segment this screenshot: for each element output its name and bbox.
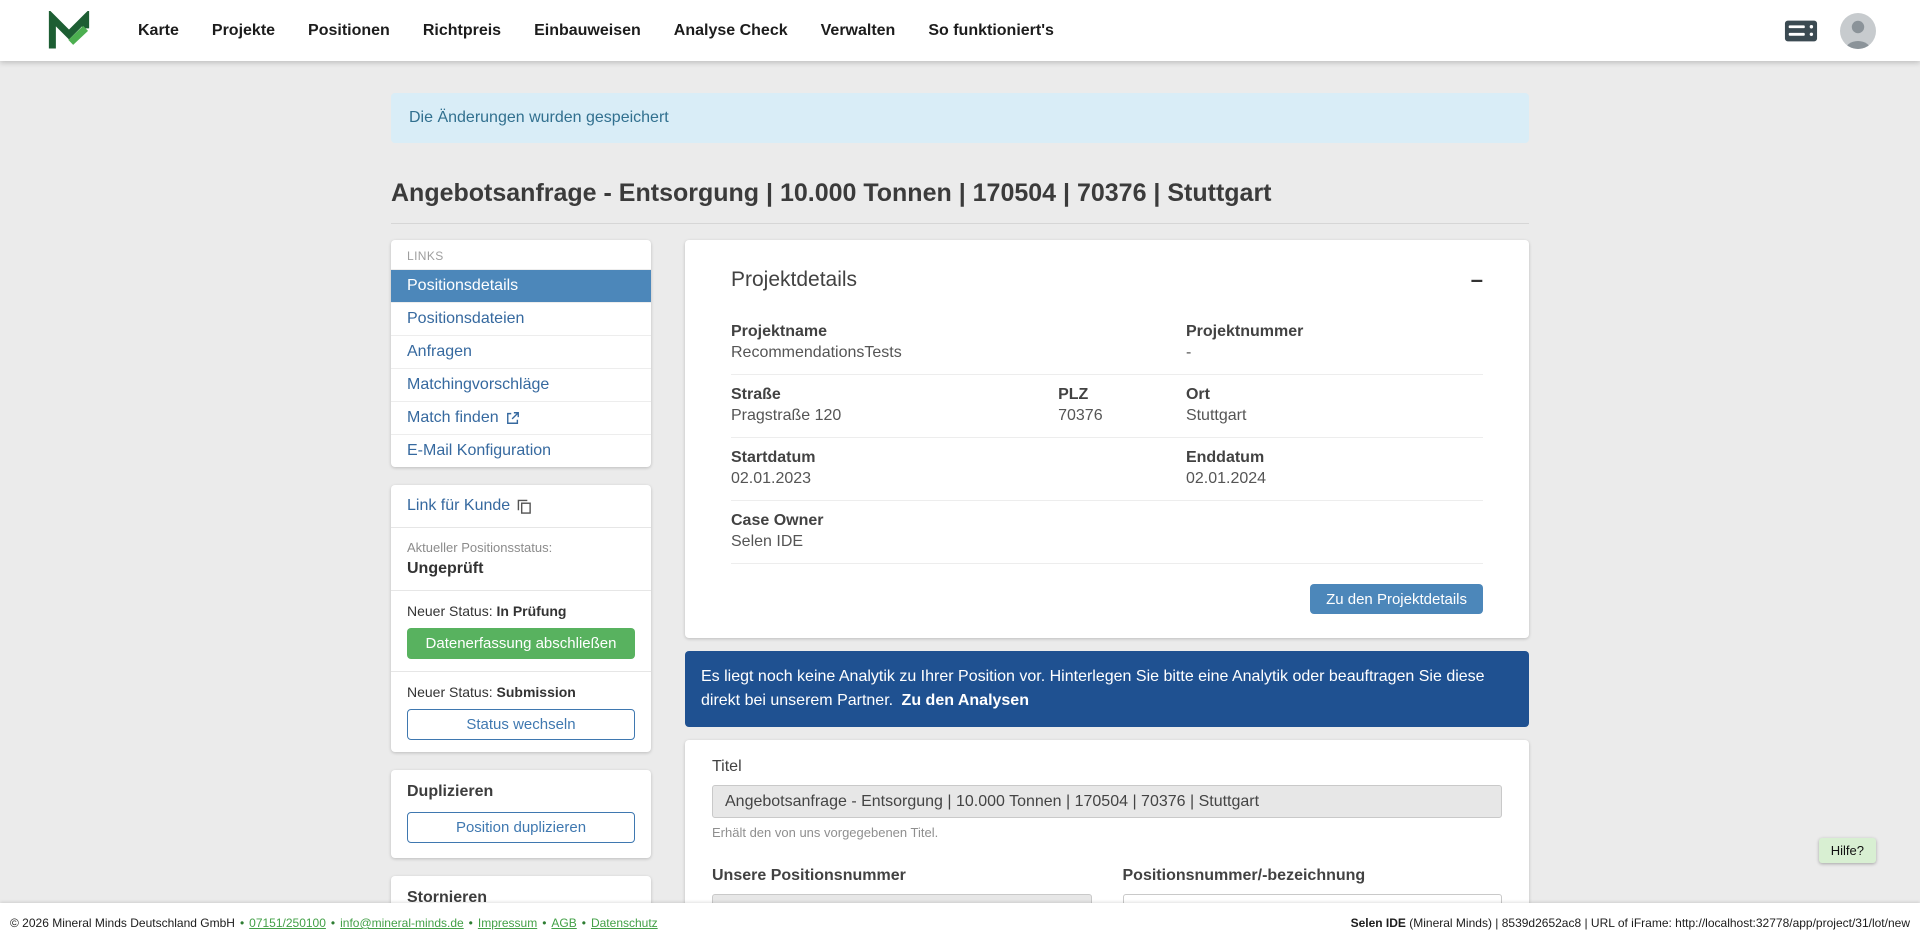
- bullet-separator: [537, 916, 551, 930]
- avatar[interactable]: [1840, 13, 1876, 49]
- project-details-button[interactable]: Zu den Projektdetails: [1310, 584, 1483, 614]
- cancel-card: Stornieren Stornieren: [391, 876, 651, 903]
- footer-links: © 2026 Mineral Minds Deutschland GmbH 07…: [10, 916, 658, 930]
- sidebar-links-card: LINKS Positionsdetails Positionsdateien …: [391, 240, 651, 467]
- sidebar: LINKS Positionsdetails Positionsdateien …: [391, 240, 651, 903]
- main-content: Projektdetails – Projektname Recommendat…: [685, 240, 1529, 903]
- main-nav: Karte Projekte Positionen Richtpreis Ein…: [138, 22, 1054, 40]
- projektnummer-value: -: [1186, 344, 1483, 362]
- strasse-value: Pragstraße 120: [731, 407, 1058, 425]
- duplicate-position-button[interactable]: Position duplizieren: [407, 812, 635, 843]
- email-link[interactable]: info@mineral-minds.de: [340, 916, 464, 930]
- help-button[interactable]: Hilfe?: [1819, 838, 1876, 863]
- bullet-separator: [577, 916, 591, 930]
- our-number-label: Unsere Positionsnummer: [712, 867, 1092, 885]
- cancel-title: Stornieren: [407, 889, 635, 903]
- analytics-banner-text: Es liegt noch keine Analytik zu Ihrer Po…: [701, 668, 1485, 709]
- project-row: Straße Pragstraße 120 PLZ 70376 Ort Stut…: [731, 375, 1483, 438]
- bullet-separator: [464, 916, 478, 930]
- custom-number-label: Positionsnummer/-bezeichnung: [1123, 867, 1503, 885]
- session-details: (Mineral Minds) | 8539d2652ac8 | URL of …: [1406, 916, 1910, 930]
- customer-link-label: Link für Kunde: [407, 497, 510, 515]
- collapse-button[interactable]: –: [1471, 269, 1483, 291]
- sidebar-item-label: Match finden: [407, 409, 499, 427]
- projektnummer-label: Projektnummer: [1186, 323, 1483, 341]
- our-number-input: [712, 894, 1092, 903]
- analytics-link[interactable]: Zu den Analysen: [902, 692, 1029, 709]
- projektname-value: RecommendationsTests: [731, 344, 1186, 362]
- sidebar-item-positionsdetails[interactable]: Positionsdetails: [391, 269, 651, 302]
- sidebar-links-header: LINKS: [391, 240, 651, 269]
- plz-label: PLZ: [1058, 386, 1186, 404]
- sidebar-item-matchingvorschlaege[interactable]: Matchingvorschläge: [391, 368, 651, 401]
- case-owner-label: Case Owner: [731, 512, 1483, 530]
- ort-label: Ort: [1186, 386, 1483, 404]
- datenschutz-link[interactable]: Datenschutz: [591, 916, 658, 930]
- sidebar-item-match-finden[interactable]: Match finden: [391, 401, 651, 434]
- current-status-label: Aktueller Positionsstatus:: [407, 540, 635, 555]
- analytics-banner: Es liegt noch keine Analytik zu Ihrer Po…: [685, 651, 1529, 727]
- bullet-separator: [235, 916, 249, 930]
- nav-item-analyse-check[interactable]: Analyse Check: [674, 22, 788, 40]
- sidebar-item-email-konfiguration[interactable]: E-Mail Konfiguration: [391, 434, 651, 467]
- session-user: Selen IDE: [1351, 916, 1406, 930]
- sidebar-item-positionsdateien[interactable]: Positionsdateien: [391, 302, 651, 335]
- top-navbar: Karte Projekte Positionen Richtpreis Ein…: [0, 0, 1920, 61]
- app-logo[interactable]: [48, 10, 90, 52]
- page-body: Die Änderungen wurden gespeichert Angebo…: [0, 61, 1920, 903]
- external-link-icon: [506, 411, 520, 425]
- title-label: Titel: [712, 758, 1502, 776]
- next-status-1: Neuer Status: In Prüfung: [407, 603, 635, 619]
- project-details-title: Projektdetails: [731, 268, 857, 292]
- copyright-text: © 2026 Mineral Minds Deutschland GmbH: [10, 916, 235, 930]
- server-icon[interactable]: [1784, 18, 1818, 44]
- nav-item-einbauweisen[interactable]: Einbauweisen: [534, 22, 641, 40]
- success-alert: Die Änderungen wurden gespeichert: [391, 93, 1529, 143]
- project-row: Startdatum 02.01.2023 Enddatum 02.01.202…: [731, 438, 1483, 501]
- startdatum-value: 02.01.2023: [731, 470, 1186, 488]
- navbar-right: [1784, 13, 1876, 49]
- customer-link[interactable]: Link für Kunde: [407, 497, 532, 515]
- plz-value: 70376: [1058, 407, 1186, 425]
- nav-item-projekte[interactable]: Projekte: [212, 22, 275, 40]
- nav-item-richtpreis[interactable]: Richtpreis: [423, 22, 501, 40]
- sidebar-item-anfragen[interactable]: Anfragen: [391, 335, 651, 368]
- logo-m-icon: [48, 11, 90, 51]
- impressum-link[interactable]: Impressum: [478, 916, 537, 930]
- copy-icon[interactable]: [517, 499, 532, 514]
- strasse-label: Straße: [731, 386, 1058, 404]
- custom-number-input[interactable]: [1123, 894, 1503, 903]
- agb-link[interactable]: AGB: [551, 916, 576, 930]
- title-divider: [391, 223, 1529, 224]
- current-status-value: Ungeprüft: [407, 560, 635, 578]
- title-input: [712, 785, 1502, 818]
- bullet-separator: [326, 916, 340, 930]
- project-row: Case Owner Selen IDE: [731, 501, 1483, 564]
- ort-value: Stuttgart: [1186, 407, 1483, 425]
- status-card: Link für Kunde Aktueller Positionsstatus…: [391, 485, 651, 752]
- title-helper: Erhält den von uns vorgegebenen Titel.: [712, 825, 1502, 840]
- nav-item-verwalten[interactable]: Verwalten: [821, 22, 896, 40]
- page-title: Angebotsanfrage - Entsorgung | 10.000 To…: [391, 178, 1529, 208]
- phone-link[interactable]: 07151/250100: [249, 916, 326, 930]
- nav-item-karte[interactable]: Karte: [138, 22, 179, 40]
- position-form-card: Titel Erhält den von uns vorgegebenen Ti…: [685, 740, 1529, 903]
- next-status-2: Neuer Status: Submission: [407, 684, 635, 700]
- complete-data-entry-button[interactable]: Datenerfassung abschließen: [407, 628, 635, 659]
- enddatum-label: Enddatum: [1186, 449, 1483, 467]
- nav-item-positionen[interactable]: Positionen: [308, 22, 390, 40]
- startdatum-label: Startdatum: [731, 449, 1186, 467]
- session-info: Selen IDE (Mineral Minds) | 8539d2652ac8…: [1351, 916, 1910, 930]
- project-details-card: Projektdetails – Projektname Recommendat…: [685, 240, 1529, 638]
- enddatum-value: 02.01.2024: [1186, 470, 1483, 488]
- duplicate-title: Duplizieren: [407, 783, 635, 801]
- footer: © 2026 Mineral Minds Deutschland GmbH 07…: [0, 903, 1920, 943]
- duplicate-card: Duplizieren Position duplizieren: [391, 770, 651, 858]
- nav-item-so-funktionierts[interactable]: So funktioniert's: [928, 22, 1054, 40]
- projektname-label: Projektname: [731, 323, 1186, 341]
- switch-status-button[interactable]: Status wechseln: [407, 709, 635, 740]
- project-row: Projektname RecommendationsTests Projekt…: [731, 312, 1483, 375]
- case-owner-value: Selen IDE: [731, 533, 1483, 551]
